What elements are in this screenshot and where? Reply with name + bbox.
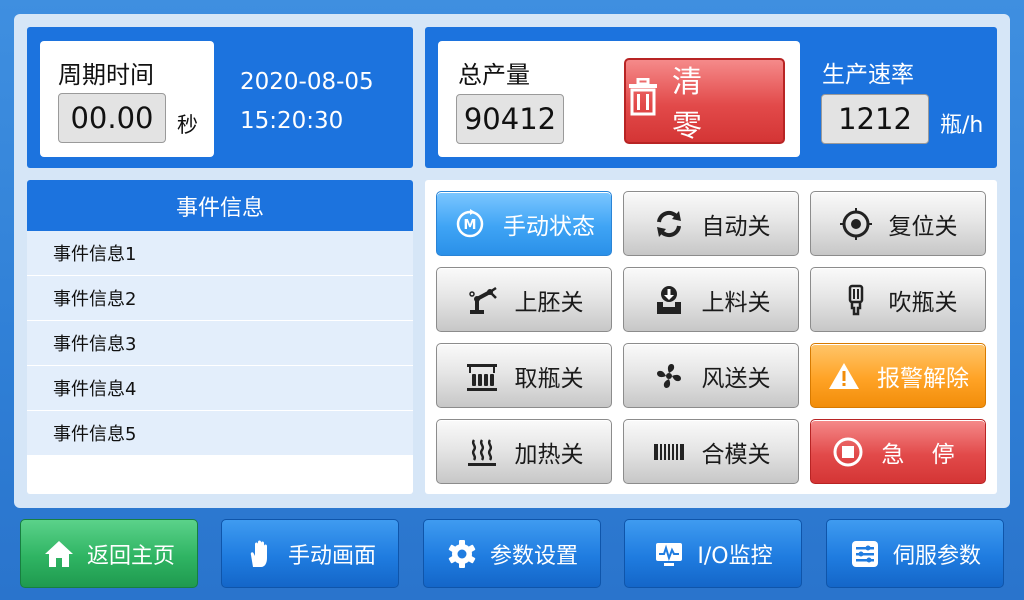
reset-off-button[interactable]: 复位关	[810, 191, 986, 256]
nav-home-button[interactable]: 返回主页	[20, 519, 198, 588]
feed-download-icon	[652, 283, 686, 317]
nav-servo-parameters-label: 伺服参数	[892, 543, 981, 569]
auto-off-label: 自动关	[701, 213, 771, 240]
cycle-time-panel: 周期时间 00.00 秒 2020-08-05 15:20:30	[27, 27, 413, 168]
cycle-time-value: 00.00	[58, 93, 166, 143]
clear-label: 清 零	[672, 65, 716, 144]
rate-label: 生产速率	[822, 62, 914, 88]
mold-close-off-label: 合模关	[701, 441, 771, 468]
list-item[interactable]: 事件信息1	[27, 231, 413, 276]
material-load-off-button[interactable]: 上料关	[623, 267, 799, 332]
material-load-off-label: 上料关	[701, 289, 771, 316]
heating-off-button[interactable]: 加热关	[436, 419, 612, 484]
trash-icon	[626, 77, 660, 124]
nav-io-monitor-label: I/O监控	[697, 543, 773, 569]
stop-icon	[831, 435, 865, 469]
alarm-release-label: 报警解除	[877, 365, 969, 392]
preform-load-off-button[interactable]: 上胚关	[436, 267, 612, 332]
mold-icon	[652, 435, 686, 469]
total-output-label: 总产量	[458, 61, 530, 89]
cycle-time-label: 周期时间	[58, 61, 154, 89]
emergency-stop-button[interactable]: 急 停	[810, 419, 986, 484]
cycle-arrows-icon	[652, 207, 686, 241]
nav-io-monitor-button[interactable]: I/O监控	[624, 519, 802, 588]
home-icon	[43, 538, 75, 570]
control-button-grid: M 手动状态 自动关 复位关 上胚关 上料关 吹瓶关 取瓶关 风送关 报警解除 …	[425, 180, 997, 494]
emergency-stop-label: 急 停	[881, 441, 965, 468]
rate-value: 1212	[821, 94, 929, 144]
event-info-title: 事件信息	[27, 180, 413, 231]
target-reset-icon	[839, 207, 873, 241]
nav-home-label: 返回主页	[86, 543, 175, 569]
nav-parameter-settings-label: 参数设置	[489, 543, 578, 569]
warning-icon	[827, 359, 861, 393]
heating-off-label: 加热关	[514, 441, 584, 468]
cycle-time-unit: 秒	[177, 113, 198, 137]
monitor-icon	[653, 538, 685, 570]
manual-m-icon: M	[453, 207, 487, 241]
air-convey-off-button[interactable]: 风送关	[623, 343, 799, 408]
rate-unit: 瓶/h	[940, 113, 984, 138]
event-info-panel: 事件信息 事件信息1 事件信息2 事件信息3 事件信息4 事件信息5	[27, 180, 413, 494]
nav-servo-parameters-button[interactable]: 伺服参数	[826, 519, 1004, 588]
nav-manual-screen-label: 手动画面	[287, 543, 376, 569]
blow-bottle-off-label: 吹瓶关	[888, 289, 958, 316]
blow-bottle-off-button[interactable]: 吹瓶关	[810, 267, 986, 332]
nav-parameter-settings-button[interactable]: 参数设置	[423, 519, 601, 588]
list-item[interactable]: 事件信息4	[27, 366, 413, 411]
preform-load-off-label: 上胚关	[514, 289, 584, 316]
air-convey-off-label: 风送关	[701, 365, 771, 392]
total-output-value: 90412	[456, 94, 564, 144]
list-item[interactable]: 事件信息2	[27, 276, 413, 321]
manual-status-label: 手动状态	[503, 213, 595, 240]
auto-off-button[interactable]: 自动关	[623, 191, 799, 256]
list-item[interactable]: 事件信息3	[27, 321, 413, 366]
sliders-icon	[849, 538, 881, 570]
hand-icon	[244, 538, 276, 570]
robot-arm-icon	[465, 283, 499, 317]
date-text: 2020-08-05	[240, 69, 374, 95]
cycle-time-card: 周期时间 00.00 秒	[40, 41, 214, 157]
reset-off-label: 复位关	[888, 213, 958, 240]
fan-icon	[652, 359, 686, 393]
bottle-take-off-label: 取瓶关	[514, 365, 584, 392]
gear-icon	[446, 538, 478, 570]
time-text: 15:20:30	[240, 108, 344, 134]
bottle-take-off-button[interactable]: 取瓶关	[436, 343, 612, 408]
mold-close-off-button[interactable]: 合模关	[623, 419, 799, 484]
bottle-icon	[839, 283, 873, 317]
nav-manual-screen-button[interactable]: 手动画面	[221, 519, 399, 588]
clear-button[interactable]: 清 零	[624, 58, 785, 144]
svg-text:M: M	[464, 218, 477, 233]
manual-status-button[interactable]: M 手动状态	[436, 191, 612, 256]
list-item[interactable]: 事件信息5	[27, 411, 413, 456]
alarm-release-button[interactable]: 报警解除	[810, 343, 986, 408]
heat-icon	[465, 435, 499, 469]
bottle-rack-icon	[465, 359, 499, 393]
